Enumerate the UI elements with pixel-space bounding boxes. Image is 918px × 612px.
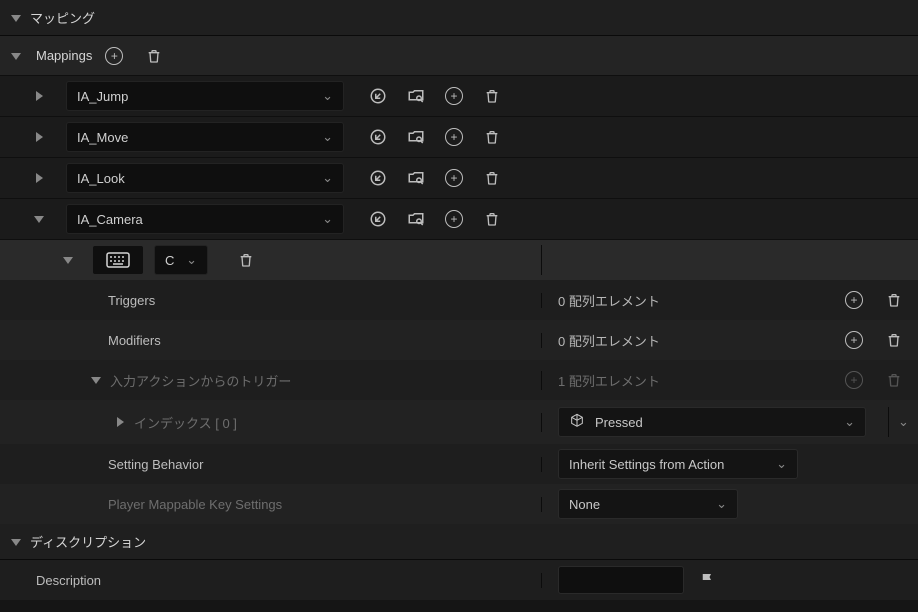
add-array-element-button[interactable]: +	[840, 286, 868, 314]
index-label: インデックス [ 0 ]	[134, 413, 237, 432]
triggers-label: Triggers	[108, 293, 155, 308]
add-key-button[interactable]: +	[440, 164, 468, 192]
mapping-item-ia-jump: IA_Jump ⌄ +	[0, 76, 918, 117]
localize-flag-icon[interactable]	[696, 568, 720, 592]
add-key-button[interactable]: +	[440, 205, 468, 233]
key-select-dropdown[interactable]: C ⌄	[154, 245, 208, 275]
modifiers-value: 0 配列エレメント	[558, 331, 828, 350]
collapse-toggle[interactable]	[88, 372, 104, 388]
property-modifiers: Modifiers 0 配列エレメント +	[0, 320, 918, 360]
collapse-toggle[interactable]	[8, 534, 24, 550]
mapping-item-ia-camera: IA_Camera ⌄ +	[0, 199, 918, 240]
add-key-button[interactable]: +	[440, 123, 468, 151]
browse-asset-icon[interactable]	[402, 123, 430, 151]
collapse-toggle[interactable]	[31, 211, 47, 227]
setting-behavior-dropdown[interactable]: Inherit Settings from Action ⌄	[558, 449, 798, 479]
collapse-toggle[interactable]	[8, 10, 24, 26]
property-input-trigger: 入力アクションからのトリガー 1 配列エレメント +	[0, 360, 918, 400]
delete-button[interactable]	[478, 205, 506, 233]
use-selected-asset-icon[interactable]	[364, 82, 392, 110]
expand-side-button[interactable]: ⌄	[888, 407, 918, 437]
section-description: ディスクリプション	[0, 524, 918, 560]
modifiers-label: Modifiers	[108, 333, 161, 348]
property-index-0: インデックス [ 0 ] Pressed ⌄ ⌄	[0, 400, 918, 444]
keyboard-icon[interactable]	[92, 245, 144, 275]
collapse-toggle[interactable]	[60, 252, 76, 268]
section-description-label: ディスクリプション	[30, 532, 146, 551]
delete-key-button[interactable]	[232, 246, 260, 274]
player-mappable-label: Player Mappable Key Settings	[108, 497, 282, 512]
pressed-dropdown[interactable]: Pressed ⌄	[558, 407, 866, 437]
expand-toggle[interactable]	[31, 170, 47, 186]
key-binding-row: C ⌄	[0, 240, 918, 280]
section-mapping: マッピング	[0, 0, 918, 36]
use-selected-asset-icon[interactable]	[364, 205, 392, 233]
setting-behavior-label: Setting Behavior	[108, 457, 203, 472]
use-selected-asset-icon[interactable]	[364, 164, 392, 192]
add-key-button[interactable]: +	[440, 82, 468, 110]
clear-array-button[interactable]	[880, 326, 908, 354]
mapping-asset-dropdown[interactable]: IA_Camera ⌄	[66, 204, 344, 234]
mappings-header: Mappings +	[0, 36, 918, 76]
triggers-value: 0 配列エレメント	[558, 291, 828, 310]
description-input[interactable]	[558, 566, 684, 594]
clear-array-button[interactable]	[880, 366, 908, 394]
expand-toggle[interactable]	[31, 88, 47, 104]
input-trigger-value: 1 配列エレメント	[558, 371, 828, 390]
expand-toggle[interactable]	[112, 414, 128, 430]
property-setting-behavior: Setting Behavior Inherit Settings from A…	[0, 444, 918, 484]
mappings-label: Mappings	[36, 48, 92, 63]
browse-asset-icon[interactable]	[402, 205, 430, 233]
delete-mapping-button[interactable]	[140, 42, 168, 70]
player-mappable-dropdown[interactable]: None ⌄	[558, 489, 738, 519]
mapping-item-ia-look: IA_Look ⌄ +	[0, 158, 918, 199]
browse-asset-icon[interactable]	[402, 164, 430, 192]
add-array-element-button[interactable]: +	[840, 366, 868, 394]
delete-button[interactable]	[478, 164, 506, 192]
section-mapping-label: マッピング	[30, 8, 95, 27]
property-triggers: Triggers 0 配列エレメント +	[0, 280, 918, 320]
expand-toggle[interactable]	[31, 129, 47, 145]
browse-asset-icon[interactable]	[402, 82, 430, 110]
property-player-mappable: Player Mappable Key Settings None ⌄	[0, 484, 918, 524]
add-mapping-button[interactable]: +	[100, 42, 128, 70]
description-label: Description	[36, 573, 101, 588]
delete-button[interactable]	[478, 123, 506, 151]
mapping-asset-dropdown[interactable]: IA_Move ⌄	[66, 122, 344, 152]
mapping-asset-dropdown[interactable]: IA_Look ⌄	[66, 163, 344, 193]
mapping-item-ia-move: IA_Move ⌄ +	[0, 117, 918, 158]
property-description: Description	[0, 560, 918, 600]
mapping-asset-dropdown[interactable]: IA_Jump ⌄	[66, 81, 344, 111]
add-array-element-button[interactable]: +	[840, 326, 868, 354]
input-trigger-label: 入力アクションからのトリガー	[110, 371, 291, 390]
delete-button[interactable]	[478, 82, 506, 110]
collapse-toggle[interactable]	[8, 48, 24, 64]
object-icon	[569, 413, 585, 432]
use-selected-asset-icon[interactable]	[364, 123, 392, 151]
clear-array-button[interactable]	[880, 286, 908, 314]
